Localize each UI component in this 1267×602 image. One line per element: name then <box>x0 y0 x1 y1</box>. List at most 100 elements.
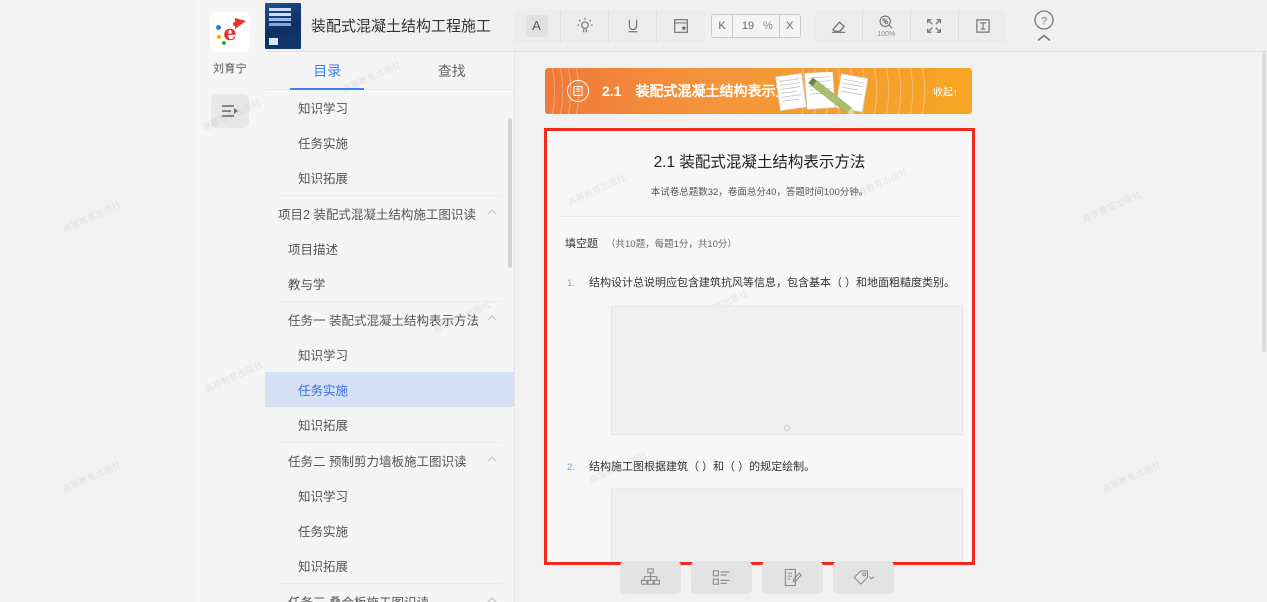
toc-item[interactable]: 知识拓展 <box>265 160 514 195</box>
content-scrollbar[interactable] <box>1262 52 1266 352</box>
toc-expand-toggle[interactable] <box>486 594 498 602</box>
eraser-button[interactable] <box>815 10 863 42</box>
document-chip[interactable]: 装配式混凝土结构工程施工 <box>265 0 505 52</box>
toc-expand-toggle[interactable] <box>486 453 498 468</box>
format-tool-group: A <box>513 10 705 42</box>
left-rail: e 刘育宁 <box>195 0 265 602</box>
note-edit-icon <box>782 567 803 588</box>
panel-toggle-icon <box>221 104 239 118</box>
page-percent-input[interactable] <box>733 15 763 37</box>
tab-search[interactable]: 查找 <box>390 52 515 89</box>
question-row: 1. 结构设计总说明应包含建筑抗风等信息，包含基本（ ）和地面粗糙度类别。 <box>567 275 972 292</box>
toc-item-label: 任务二 预制剪力墙板施工图识读 <box>288 451 466 470</box>
page-navigation[interactable]: K % X <box>711 14 801 38</box>
toc-item[interactable]: 任务一 装配式混凝土结构表示方法 <box>265 302 514 337</box>
tab-search-label: 查找 <box>438 61 466 81</box>
underline-button[interactable] <box>609 10 657 42</box>
help-zone[interactable]: ? <box>1033 9 1055 43</box>
section-banner: 2.1 装配式混凝土结构表示方法 <box>545 68 972 114</box>
toc-item[interactable]: 任务二 预制剪力墙板施工图识读 <box>265 443 514 478</box>
collapse-chevron-icon <box>1034 33 1054 43</box>
bookmark-button[interactable] <box>657 10 705 42</box>
last-page-button[interactable]: X <box>780 15 800 37</box>
toc-item-label: 任务实施 <box>298 133 348 152</box>
outline-list-icon <box>711 567 732 588</box>
toc-item[interactable]: 任务实施 <box>265 125 514 160</box>
resize-handle[interactable] <box>784 425 790 431</box>
percent-label: % <box>763 20 779 32</box>
toc-item[interactable]: 知识学习 <box>265 478 514 513</box>
top-toolbar: 装配式混凝土结构工程施工 A <box>265 0 1267 52</box>
toc-item[interactable]: 项目描述 <box>265 231 514 266</box>
toc-item[interactable]: 知识拓展 <box>265 407 514 442</box>
chevron-up-icon <box>486 453 498 465</box>
toc-item[interactable]: 知识学习 <box>265 337 514 372</box>
toc-scrollbar[interactable] <box>508 118 512 268</box>
question-number: 2. <box>567 462 589 473</box>
toc-item[interactable]: 知识拓展 <box>265 548 514 583</box>
toc-item-label: 项目描述 <box>288 239 338 258</box>
toc-list[interactable]: 知识学习任务实施知识拓展项目2 装配式混凝土结构施工图识读项目描述教与学任务一 … <box>265 90 514 602</box>
banner-documents-artwork <box>768 72 886 114</box>
outline-list-button[interactable] <box>691 561 752 594</box>
section-header: 填空题 （共10题，每题1分，共10分） <box>565 235 972 251</box>
chevron-up-icon <box>486 206 498 218</box>
question-text: 结构施工图根据建筑（ ）和（ ）的规定绘制。 <box>589 459 815 476</box>
question-row: 2. 结构施工图根据建筑（ ）和（ ）的规定绘制。 <box>567 459 972 476</box>
tag-icon <box>852 567 875 588</box>
fullscreen-button[interactable] <box>911 10 959 42</box>
toc-tabs: 目录 查找 <box>265 52 514 90</box>
font-size-button[interactable]: A <box>513 10 561 42</box>
banner-collapse-button[interactable]: 收起↑ <box>933 84 958 99</box>
bookmark-star-icon <box>672 17 690 35</box>
toc-expand-toggle[interactable] <box>486 312 498 327</box>
underline-icon <box>624 17 642 35</box>
question-number: 1. <box>567 278 589 289</box>
toc-item[interactable]: 任务实施 <box>265 372 514 407</box>
toc-item-label: 知识学习 <box>298 98 348 117</box>
question-text: 结构设计总说明应包含建筑抗风等信息，包含基本（ ）和地面粗糙度类别。 <box>589 275 955 292</box>
tab-catalog[interactable]: 目录 <box>265 52 390 89</box>
toc-expand-toggle[interactable] <box>486 206 498 221</box>
tab-catalog-label: 目录 <box>313 61 341 81</box>
note-edit-button[interactable] <box>762 561 823 594</box>
toc-item[interactable]: 任务三 叠合板施工图识读 <box>265 584 514 602</box>
zoom-reset-button[interactable]: 100% <box>863 10 911 42</box>
toc-item-label: 知识拓展 <box>298 556 348 575</box>
toggle-panel-button[interactable] <box>211 94 249 128</box>
svg-text:?: ? <box>1041 15 1047 27</box>
toc-item-label: 任务一 装配式混凝土结构表示方法 <box>288 310 479 329</box>
first-page-button[interactable]: K <box>712 15 732 37</box>
banner-number: 2.1 <box>602 83 621 99</box>
mind-map-button[interactable] <box>620 561 681 594</box>
toc-item-label: 教与学 <box>288 274 326 293</box>
e-logo-icon[interactable]: e <box>210 12 250 52</box>
toc-item[interactable]: 教与学 <box>265 266 514 301</box>
text-select-button[interactable] <box>959 10 1007 42</box>
answer-input-area[interactable] <box>611 488 963 565</box>
paper-subtitle: 本试卷总题数32，卷面总分40，答题时间100分钟。 <box>547 184 972 198</box>
toc-item[interactable]: 任务实施 <box>265 513 514 548</box>
toc-item[interactable]: 项目2 装配式混凝土结构施工图识读 <box>265 196 514 231</box>
bottom-toolbar <box>620 561 894 594</box>
toc-item-label: 知识拓展 <box>298 168 348 187</box>
document-title: 装配式混凝土结构工程施工 <box>311 15 491 36</box>
toc-panel: 目录 查找 知识学习任务实施知识拓展项目2 装配式混凝土结构施工图识读项目描述教… <box>265 52 515 602</box>
tag-button[interactable] <box>833 561 894 594</box>
chevron-up-icon <box>486 594 498 602</box>
toc-item-label: 项目2 装配式混凝土结构施工图识读 <box>278 204 476 223</box>
toc-item[interactable]: 知识学习 <box>265 90 514 125</box>
section-meta: （共10题，每题1分，共10分） <box>606 236 737 250</box>
toc-item-label: 任务三 叠合板施工图识读 <box>288 592 429 602</box>
text-tool-icon <box>974 17 992 35</box>
fullscreen-icon <box>925 17 943 35</box>
brightness-button[interactable] <box>561 10 609 42</box>
app-root: e 刘育宁 装配式混凝土结构工程施工 A <box>0 0 1267 602</box>
help-icon: ? <box>1033 9 1055 31</box>
section-title: 填空题 <box>565 235 598 251</box>
answer-input-area[interactable] <box>611 305 963 435</box>
banner-book-icon <box>567 80 589 102</box>
toc-item-label: 知识学习 <box>298 486 348 505</box>
content-area: 2.1 装配式混凝土结构表示方法 <box>515 52 1267 602</box>
font-size-icon: A <box>526 15 548 37</box>
